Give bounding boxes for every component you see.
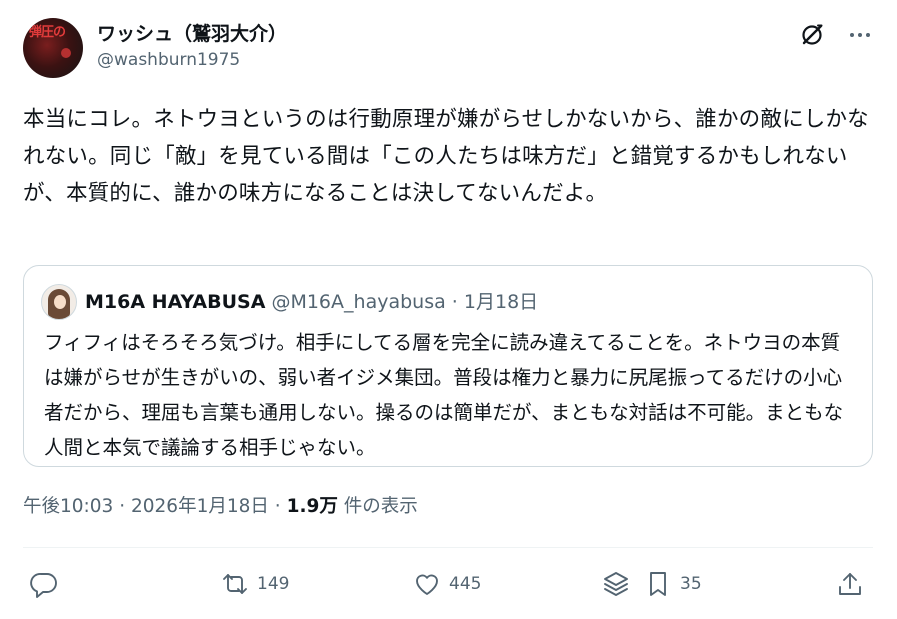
action-bar: 149 445 35: [23, 566, 873, 602]
post-text: 本当にコレ。ネトウヨというのは行動原理が嫌がらせしかないから、誰かの敵にしかなれ…: [23, 107, 869, 206]
post-header: 弾圧の ワッシュ（鷲羽大介） @washburn1975: [23, 18, 873, 80]
avatar-artwork-detail: [61, 48, 71, 58]
layers-button[interactable]: [601, 566, 631, 602]
views-count[interactable]: 1.9万: [287, 496, 338, 517]
more-options-icon[interactable]: [847, 22, 873, 48]
divider: [23, 547, 873, 548]
post-time[interactable]: 午後10:03: [23, 496, 113, 517]
repost-button[interactable]: 149: [220, 566, 289, 602]
like-button[interactable]: 445: [412, 566, 481, 602]
quoted-separator: ·: [451, 291, 458, 313]
repost-icon: [223, 574, 247, 594]
avatar-artwork-text: 弾圧の: [29, 25, 66, 40]
quoted-post-header: M16A HAYABUSA @M16A_hayabusa · 1月18日: [85, 289, 538, 315]
quoted-post[interactable]: M16A HAYABUSA @M16A_hayabusa · 1月18日 フィフ…: [23, 265, 873, 467]
like-count: 445: [449, 574, 482, 594]
quoted-author-avatar[interactable]: [41, 284, 77, 320]
avatar-face-shape: [54, 295, 66, 309]
share-icon: [839, 573, 861, 595]
author-name-block: ワッシュ（鷲羽大介） @washburn1975: [97, 22, 287, 72]
meta-separator: ·: [119, 496, 126, 517]
post-meta: 午後10:03 · 2026年1月18日 · 1.9万 件の表示: [23, 493, 418, 521]
quoted-date[interactable]: 1月18日: [464, 291, 538, 313]
layers-icon: [604, 572, 628, 596]
bookmark-button[interactable]: 35: [643, 566, 702, 602]
bookmark-count: 35: [680, 574, 702, 594]
grok-icon[interactable]: [799, 22, 825, 48]
reply-icon: [30, 573, 57, 598]
reply-button[interactable]: [29, 566, 59, 602]
author-avatar[interactable]: 弾圧の: [23, 18, 83, 78]
quoted-author-handle[interactable]: @M16A_hayabusa: [271, 291, 445, 313]
heart-icon: [416, 574, 438, 595]
views-label: 件の表示: [343, 496, 418, 517]
meta-separator: ·: [274, 496, 281, 517]
quoted-author-name[interactable]: M16A HAYABUSA: [85, 291, 265, 313]
author-handle[interactable]: @washburn1975: [97, 48, 287, 72]
bookmark-icon: [650, 572, 666, 596]
repost-count: 149: [257, 574, 290, 594]
share-button[interactable]: [835, 566, 865, 602]
quoted-post-text: フィフィはそろそろ気づけ。相手にしてる層を完全に読み違えてることを。ネトウヨの本…: [44, 331, 844, 459]
post-date[interactable]: 2026年1月18日: [131, 496, 269, 517]
author-display-name[interactable]: ワッシュ（鷲羽大介）: [97, 22, 287, 46]
